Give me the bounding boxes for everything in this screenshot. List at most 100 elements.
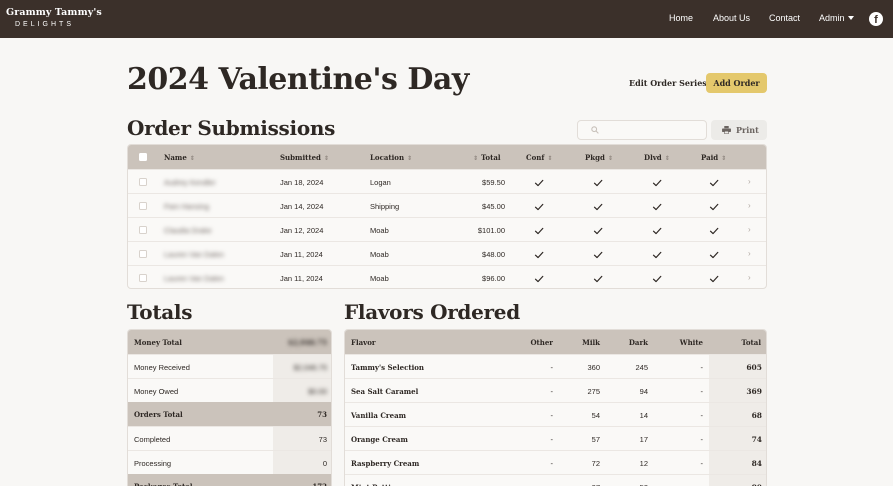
column-header-conf[interactable]: Conf ⇕ [526, 153, 552, 162]
flavor-total: 84 [751, 459, 762, 468]
select-all-checkbox[interactable] [139, 153, 147, 161]
column-header-flavor: Flavor [351, 338, 376, 347]
row-checkbox[interactable] [139, 226, 147, 234]
add-order-button[interactable]: Add Order [706, 73, 767, 93]
chevron-right-icon[interactable]: › [748, 249, 751, 258]
submitted-date: Jan 14, 2024 [280, 202, 324, 211]
print-button[interactable]: Print [711, 120, 767, 140]
customer-name: Claudia Drake [164, 226, 212, 235]
flavor-name: Orange Cream [351, 435, 408, 444]
chevron-right-icon[interactable]: › [748, 225, 751, 234]
chevron-right-icon[interactable]: › [748, 201, 751, 210]
table-row[interactable]: Claudia Drake Jan 12, 2024 Moab $101.00 › [128, 217, 766, 241]
totals-value-cell: $2,046.75 [273, 355, 331, 379]
totals-value: $0.00 [308, 387, 327, 396]
column-header-dlvd[interactable]: Dlvd ⇕ [644, 153, 670, 162]
flavor-count-white: - [700, 363, 704, 372]
location: Moab [370, 250, 389, 259]
flavor-count-dark: 245 [635, 363, 648, 372]
column-header-milk: Milk [582, 338, 600, 347]
flavor-total-cell: 605 [709, 355, 766, 379]
totals-value: 73 [318, 435, 327, 444]
column-header-total[interactable]: ⇕ Total [473, 153, 501, 162]
nav-about-link[interactable]: About Us [713, 13, 750, 23]
check-icon [652, 271, 662, 283]
flavors-table: Flavor Other Milk Dark White Total Tammy… [344, 329, 767, 486]
nav-home-link[interactable]: Home [669, 13, 693, 23]
column-label: Name [164, 153, 187, 162]
row-checkbox[interactable] [139, 274, 147, 282]
totals-value-cell: $0.00 [273, 379, 331, 403]
check-icon [652, 199, 662, 211]
column-header-paid[interactable]: Paid ⇕ [701, 153, 726, 162]
check-icon [534, 247, 544, 259]
table-row: Sea Salt Caramel - 275 94 - 369 [345, 378, 766, 403]
check-icon [652, 175, 662, 187]
check-icon [709, 223, 719, 235]
submitted-date: Jan 11, 2024 [280, 250, 323, 259]
totals-value: 0 [322, 459, 327, 468]
nav-admin-dropdown[interactable]: Admin [819, 13, 854, 23]
totals-section-title: Totals [127, 300, 193, 324]
column-header-name[interactable]: Name ⇕ [164, 153, 195, 162]
flavor-count-dark: 14 [639, 411, 648, 420]
totals-label: Orders Total [134, 410, 183, 419]
brand-name: Grammy Tammy's [6, 7, 102, 18]
flavor-count-dark: 12 [639, 459, 648, 468]
order-total: $48.00 [482, 250, 505, 259]
sort-icon: ⇕ [721, 155, 727, 162]
column-header-submitted[interactable]: Submitted ⇕ [280, 153, 329, 162]
flavor-count-milk: 72 [591, 459, 600, 468]
location: Moab [370, 274, 389, 283]
flavor-total-cell: 369 [709, 379, 766, 403]
nav-contact-link[interactable]: Contact [769, 13, 800, 23]
flavors-section-title: Flavors Ordered [344, 300, 520, 324]
table-row: Mint Patties-2753-80 [345, 474, 766, 486]
facebook-icon[interactable]: f [869, 12, 883, 26]
totals-table: Money Total $2,046.75 Money Received $2,046… [127, 329, 332, 486]
sort-icon: ⇕ [664, 155, 670, 162]
flavor-count-dark: 17 [639, 435, 648, 444]
flavor-total: 605 [746, 363, 762, 372]
row-checkbox[interactable] [139, 250, 147, 258]
check-icon [593, 271, 603, 283]
totals-value: $2,046.75 [293, 363, 327, 372]
order-total: $96.00 [482, 274, 505, 283]
totals-value: $2,046.75 [288, 338, 327, 347]
chevron-right-icon[interactable]: › [748, 273, 751, 282]
flavor-count-other: - [550, 387, 554, 396]
search-input[interactable] [577, 120, 707, 140]
check-icon [534, 271, 544, 283]
flavor-count-other: - [550, 411, 554, 420]
column-label: Total [481, 153, 501, 162]
table-row[interactable]: Lauren Van Dalen Jan 11, 2024 Moab $96.00 › [128, 265, 766, 288]
table-row[interactable]: Audrey Kendler Jan 18, 2024 Logan $59.50 › [128, 169, 766, 193]
flavor-total-cell: 84 [709, 451, 766, 475]
table-row[interactable]: Pam Hansing Jan 14, 2024 Shipping $45.00 › [128, 193, 766, 217]
flavor-count-other: - [550, 435, 554, 444]
table-row[interactable]: Lauren Van Dalen Jan 11, 2024 Moab $48.00 › [128, 241, 766, 265]
edit-order-series-link[interactable]: Edit Order Series [629, 78, 707, 88]
totals-row: Money Owed $0.00 [128, 378, 331, 403]
orders-section-title: Order Submissions [127, 116, 336, 140]
column-header-pkgd[interactable]: Pkgd ⇕ [585, 153, 613, 162]
check-icon [593, 199, 603, 211]
location: Logan [370, 178, 391, 187]
column-header-dark: Dark [628, 338, 648, 347]
order-total: $45.00 [482, 202, 505, 211]
submitted-date: Jan 12, 2024 [280, 226, 324, 235]
row-checkbox[interactable] [139, 178, 147, 186]
flavor-count-milk: 54 [591, 411, 600, 420]
row-checkbox[interactable] [139, 202, 147, 210]
brand-logo[interactable]: Grammy Tammy's DELIGHTS [6, 8, 102, 28]
table-row: Raspberry Cream - 72 12 - 84 [345, 450, 766, 475]
column-label: Conf [526, 153, 545, 162]
flavors-table-header: Flavor Other Milk Dark White Total [345, 330, 766, 354]
totals-group-header: Orders Total 73 [128, 402, 331, 426]
flavor-count-other: - [550, 363, 554, 372]
chevron-right-icon[interactable]: › [748, 177, 751, 186]
column-header-location[interactable]: Location ⇕ [370, 153, 412, 162]
table-row: Vanilla Cream - 54 14 - 68 [345, 402, 766, 427]
submitted-date: Jan 11, 2024 [280, 274, 323, 283]
sort-icon: ⇕ [407, 155, 413, 162]
